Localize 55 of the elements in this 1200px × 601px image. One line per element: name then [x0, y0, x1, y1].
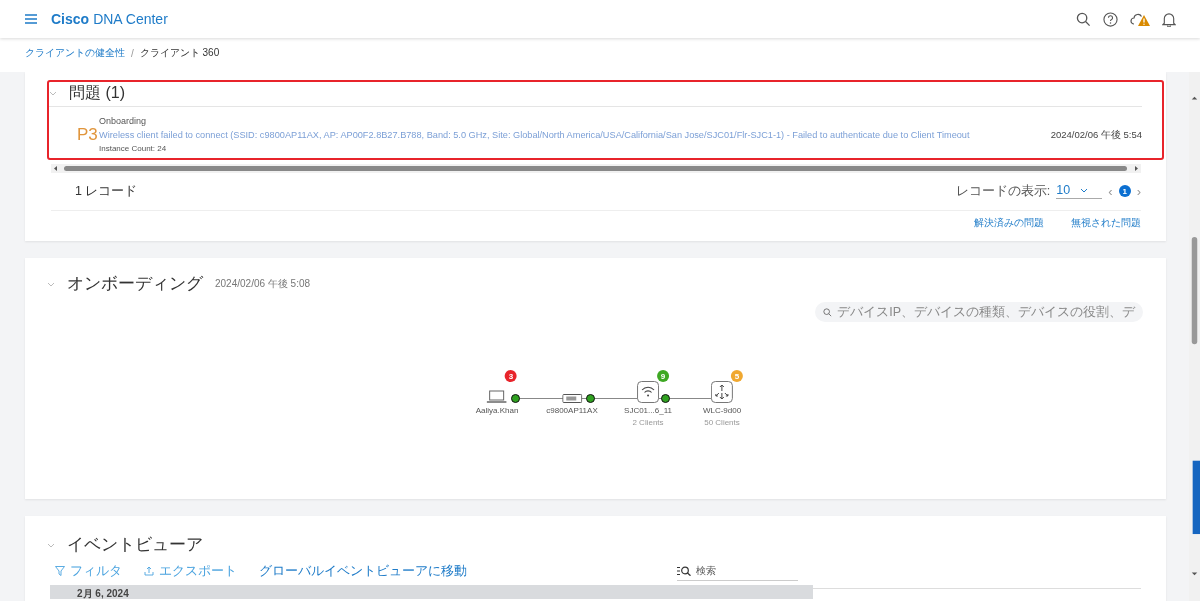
- status-dot-icon: [661, 394, 670, 403]
- section-title: 問題 (1): [69, 83, 125, 103]
- device-search-field[interactable]: デバイスIP、デバイスの種類、デバイスの役割、デ: [815, 302, 1143, 322]
- filter-button[interactable]: フィルタ: [55, 562, 122, 580]
- search-icon: [823, 307, 833, 317]
- health-badge: 9: [657, 370, 669, 382]
- node-label: WLC-9d00: [702, 406, 742, 415]
- section-timestamp: 2024/02/06 午後 5:08: [215, 277, 311, 291]
- issue-link[interactable]: Wireless client failed to connect (SSID: c9800AP11AX, AP: AP00F2.8B27.B788, Band: 5.0 GHz, Site: Global/North America/USA/California/San Jose/SJC01/Flr-SJC1-1) - Failed to authenticate due to Client Timeout: [99, 128, 1029, 142]
- client-count: 50 Clients: [704, 418, 740, 427]
- export-icon: [144, 566, 154, 576]
- page-button[interactable]: 1: [1118, 185, 1131, 197]
- section-title: オンボーディング: [67, 273, 203, 295]
- bell-icon[interactable]: [1162, 11, 1176, 27]
- instance-count: Instance Count: 24: [99, 143, 168, 155]
- filter-icon: [55, 566, 65, 576]
- issues-link[interactable]: 無視された問題: [1071, 215, 1141, 230]
- global-event-viewer-link[interactable]: グローバルイベントビューアに移動: [259, 562, 467, 580]
- adapter-icon: [562, 394, 582, 403]
- breadcrumb-separator: /: [131, 47, 134, 59]
- breadcrumb-link[interactable]: クライアントの健全性: [25, 46, 125, 60]
- section-title: イベントビューア: [67, 534, 203, 556]
- router-icon: [711, 381, 733, 403]
- node-label: c9800AP11AX: [546, 406, 598, 415]
- status-dot-icon: [586, 394, 595, 403]
- next-page-button[interactable]: ›: [1136, 183, 1141, 199]
- breadcrumb-current: クライアント 360: [139, 46, 220, 60]
- issue-time: 2024/02/06 午後 5:54: [1049, 128, 1142, 142]
- caret-icon: [1080, 187, 1089, 193]
- menu-icon[interactable]: [25, 14, 37, 24]
- previous-page-button[interactable]: ‹: [1108, 183, 1113, 199]
- search-field[interactable]: 検索: [677, 561, 798, 581]
- filter-search-icon: [677, 565, 692, 576]
- issues-link[interactable]: 解決済みの問題: [974, 215, 1044, 230]
- status-dot-icon: [511, 394, 520, 403]
- app-title: Cisco DNA Center: [51, 11, 168, 27]
- search-icon[interactable]: [1076, 11, 1091, 27]
- health-badge: 3: [505, 370, 517, 382]
- cloud-warning-icon[interactable]: [1130, 11, 1150, 27]
- export-button[interactable]: エクスポート: [144, 562, 237, 580]
- help-icon[interactable]: [1103, 11, 1118, 27]
- node-label: Aaliya.Khan: [475, 406, 519, 415]
- health-badge: 5: [731, 370, 743, 382]
- date-group-header: 2月 6, 2024: [50, 585, 813, 599]
- wifi-access-point-icon: [637, 381, 659, 403]
- record-count: 1 レコード: [75, 182, 138, 200]
- priority-label: P3: [77, 125, 99, 146]
- page-size-label: レコードの表示:: [955, 182, 1051, 200]
- horizontal-scrollbar[interactable]: [51, 163, 1141, 173]
- client-count: 2 Clients: [632, 418, 664, 427]
- laptop-icon: [487, 390, 507, 403]
- page-size-select[interactable]: 10: [1056, 183, 1103, 199]
- issue-category: Onboarding: [99, 115, 148, 128]
- vertical-scrollbar[interactable]: [1189, 72, 1200, 601]
- node-label: SJC01...6_11: [624, 406, 672, 415]
